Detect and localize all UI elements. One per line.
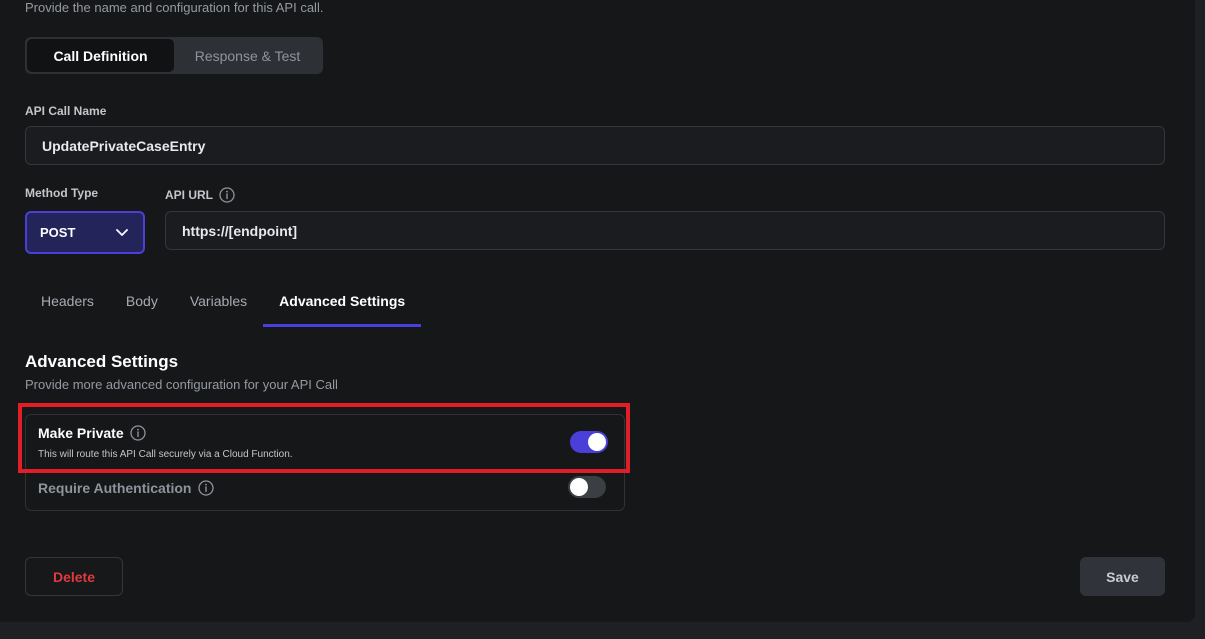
advanced-settings-subtitle: Provide more advanced configuration for … xyxy=(25,377,338,392)
method-type-label: Method Type xyxy=(25,186,99,200)
tab-advanced-settings[interactable]: Advanced Settings xyxy=(263,280,422,327)
save-button[interactable]: Save xyxy=(1080,557,1165,596)
mode-segmented-control: Call Definition Response & Test xyxy=(25,37,323,74)
toggle-knob xyxy=(570,478,588,496)
method-type-select[interactable]: POST xyxy=(25,211,145,254)
config-tabs: Headers Body Variables Advanced Settings xyxy=(25,280,422,327)
api-url-label: API URL xyxy=(165,188,213,202)
require-auth-title: Require Authentication xyxy=(38,480,192,496)
advanced-settings-title: Advanced Settings xyxy=(25,352,179,371)
api-url-input[interactable]: https://[endpoint] xyxy=(165,211,1165,250)
api-call-name-input[interactable]: UpdatePrivateCaseEntry xyxy=(25,126,1165,165)
api-url-label-row: API URL xyxy=(165,187,235,203)
info-icon[interactable] xyxy=(197,480,214,496)
require-auth-header: Require Authentication xyxy=(38,480,214,496)
method-type-value: POST xyxy=(40,225,76,240)
delete-button[interactable]: Delete xyxy=(25,557,123,596)
highlight-box xyxy=(18,403,630,473)
api-call-name-label: API Call Name xyxy=(25,104,107,118)
tab-headers[interactable]: Headers xyxy=(25,280,110,327)
tab-call-definition[interactable]: Call Definition xyxy=(27,39,174,72)
tab-body[interactable]: Body xyxy=(110,280,174,327)
require-auth-toggle[interactable] xyxy=(568,476,606,498)
tab-variables[interactable]: Variables xyxy=(174,280,263,327)
api-call-panel: Provide the name and configuration for t… xyxy=(0,0,1195,622)
info-icon[interactable] xyxy=(219,187,235,203)
panel-subtitle: Provide the name and configuration for t… xyxy=(25,0,324,15)
tab-response-test[interactable]: Response & Test xyxy=(174,39,321,72)
chevron-down-icon xyxy=(116,229,128,236)
